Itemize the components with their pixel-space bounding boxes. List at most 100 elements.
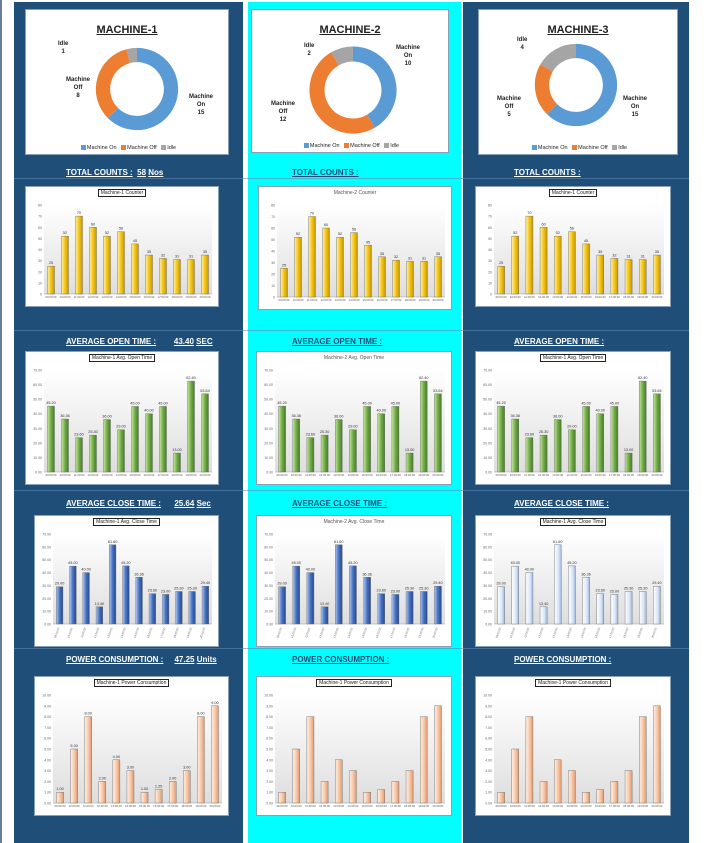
x-tick-label: 09:00:00 <box>55 804 66 808</box>
x-tick-label: 12:00:00 <box>319 473 330 477</box>
donut-label-off: Machine Off 5 <box>496 96 521 118</box>
donut-legend: Machine On Machine Off Idle <box>26 145 228 151</box>
bar <box>47 265 55 295</box>
donut-legend: Machine On Machine Off Idle <box>252 143 448 149</box>
bar <box>56 586 64 625</box>
data-label: 4.00 <box>113 755 120 759</box>
data-label: 8.00 <box>85 712 92 716</box>
x-tick-label: 14:00:00 <box>566 295 577 299</box>
x-tick-label: 17:00:00 <box>390 804 401 808</box>
data-label: 25 <box>499 261 503 265</box>
bar <box>306 572 315 625</box>
bar <box>335 759 343 804</box>
data-label: 13.00 <box>172 448 182 452</box>
bar <box>568 565 576 625</box>
donut-slice-idle <box>126 47 138 64</box>
bar <box>497 265 505 295</box>
bar <box>320 781 329 804</box>
data-label: 35 <box>436 252 440 256</box>
data-label: 45.20 <box>348 561 358 565</box>
bar <box>639 591 647 625</box>
data-label: 2.00 <box>99 776 106 780</box>
x-tick-label: 10:00:00 <box>60 473 71 477</box>
y-tick-label: 8.00 <box>44 715 51 719</box>
data-label: 25.30 <box>638 586 648 590</box>
data-label: 52 <box>556 231 560 235</box>
x-tick-label: 14:00:00 <box>347 804 358 808</box>
data-label: 3.00 <box>127 766 134 770</box>
donut-slice-off <box>309 52 375 134</box>
x-tick-label: 17:00:00 <box>608 627 616 639</box>
y-tick-label: 20.00 <box>33 441 42 445</box>
avg-close-time: AVERAGE CLOSE TIME : <box>292 499 387 508</box>
y-tick-label: 20.00 <box>483 441 492 445</box>
data-label: 45.20 <box>496 401 506 405</box>
bar <box>187 380 195 473</box>
bar <box>135 577 143 625</box>
y-tick-label: 10.00 <box>264 694 273 698</box>
bar <box>610 406 619 473</box>
plot-area <box>53 534 212 624</box>
bar <box>278 791 286 804</box>
data-label: 56 <box>119 227 123 231</box>
x-tick-label: 12:00:00 <box>93 627 101 639</box>
bar <box>131 243 139 295</box>
y-tick-label: 20.00 <box>264 597 273 601</box>
data-label: 13.40 <box>95 602 105 606</box>
close-time-bar-chart: 0.00 10.00 20.00 30.00 40.00 50.00 60.00 70.00 2… <box>264 533 445 639</box>
plot-area <box>494 534 664 624</box>
y-tick-label: 20 <box>38 270 42 274</box>
x-tick-label: 20:00:00 <box>432 804 443 808</box>
data-label: 29.00 <box>348 425 358 429</box>
x-tick-label: 16:00:00 <box>594 627 602 639</box>
machine-2-power-card: Machine-1 Power Consumption 0.00 1.00 2.00… <box>256 676 452 816</box>
y-tick-label: 60.00 <box>264 545 273 549</box>
x-tick-label: 20:00:00 <box>650 627 658 639</box>
data-label: 31 <box>189 255 193 259</box>
y-tick-label: 10.00 <box>42 694 51 698</box>
data-label: 35 <box>147 250 151 254</box>
bar <box>308 216 316 298</box>
x-tick-label: 14:00:00 <box>349 298 360 302</box>
data-label: 23.60 <box>148 589 158 593</box>
y-tick-label: 40.00 <box>264 412 273 416</box>
divider <box>14 648 689 649</box>
data-label: 40.00 <box>376 409 386 413</box>
y-tick-label: 50.00 <box>483 558 492 562</box>
x-tick-label: 09:00:00 <box>46 295 57 299</box>
data-label: 23.00 <box>610 589 620 593</box>
data-label: 53.64 <box>200 389 210 393</box>
data-label: 29.00 <box>55 582 65 586</box>
power-consumption: POWER CONSUMPTION : 47.25 Units <box>66 655 217 664</box>
divider <box>14 178 689 179</box>
x-tick-label: 15:00:00 <box>581 473 592 477</box>
y-tick-label: 60.00 <box>483 383 492 387</box>
x-tick-label: 10:00:00 <box>510 295 521 299</box>
data-label: 62.40 <box>419 376 429 380</box>
y-tick-label: 1.00 <box>44 791 51 795</box>
bar <box>350 232 358 298</box>
x-tick-label: 15:00:00 <box>580 627 588 639</box>
data-label: 35 <box>203 250 207 254</box>
x-tick-label: 12:00:00 <box>538 295 549 299</box>
y-tick-label: 50.00 <box>264 558 273 562</box>
bar <box>84 716 92 804</box>
plot-area <box>275 534 445 624</box>
x-tick-label: 17:00:00 <box>159 627 167 639</box>
data-label: 29.40 <box>433 581 443 585</box>
x-tick-label: 11:00:00 <box>524 473 535 477</box>
bar <box>420 261 428 298</box>
data-label: 13.00 <box>624 448 634 452</box>
x-tick-label: 19:00:00 <box>637 473 648 477</box>
bar <box>168 781 177 804</box>
data-label: 5.00 <box>70 744 77 748</box>
y-tick-label: 40 <box>271 250 275 254</box>
data-label: 23.60 <box>306 433 316 437</box>
x-tick-label: 09:00:00 <box>496 473 507 477</box>
bar <box>568 429 576 473</box>
legend-swatch-idle <box>384 143 390 149</box>
data-label: 45.00 <box>130 401 140 405</box>
legend-swatch-on <box>303 143 309 149</box>
bar <box>405 452 414 473</box>
bar <box>639 380 647 473</box>
